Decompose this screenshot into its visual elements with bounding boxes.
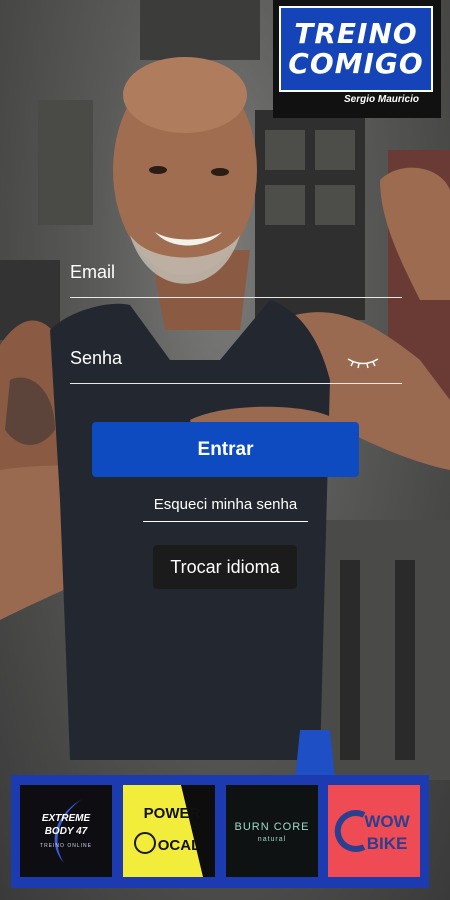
login-button[interactable]: Entrar [92, 422, 359, 477]
sponsor-burn-line2: natural [257, 836, 287, 843]
password-field[interactable]: Senha [70, 348, 402, 384]
password-underline [70, 383, 402, 384]
power-shape-icon [134, 785, 215, 877]
brand-logo: TREINO COMIGO Sergio Mauricio [273, 0, 441, 118]
sponsor-wow-bike[interactable]: WOW BIKE [328, 785, 420, 877]
sponsor-power-line1: POWER [143, 805, 201, 822]
sponsor-burn-line1: BURN CORE [234, 821, 310, 833]
change-language-button[interactable]: Trocar idioma [153, 545, 297, 589]
email-underline [70, 297, 402, 298]
email-label: Email [70, 262, 116, 282]
sponsors-bar: EXTREME BODY 47 TREINO ONLINE POWER OCAL… [11, 775, 429, 888]
sponsor-wow-line2: BIKE [366, 834, 408, 853]
forgot-password-link[interactable]: Esqueci minha senha [143, 496, 308, 513]
logo-subtitle: Sergio Mauricio [343, 94, 419, 105]
sponsor-extreme-line1: EXTREME [41, 813, 91, 824]
email-field[interactable]: Email [70, 262, 402, 298]
login-screen: TREINO COMIGO Sergio Mauricio Email Senh… [0, 0, 450, 900]
logo-title-line1: TREINO [294, 17, 418, 50]
forgot-password-underline [143, 521, 308, 522]
sponsor-power-line2: OCAL [157, 837, 201, 854]
sponsor-extreme-line3: TREINO ONLINE [40, 843, 92, 849]
sponsor-extreme-body[interactable]: EXTREME BODY 47 TREINO ONLINE [20, 785, 112, 877]
sponsor-wow-line1: WOW [364, 812, 410, 831]
sponsor-extreme-line2: BODY 47 [44, 826, 88, 837]
sponsor-burn-core[interactable]: BURN CORE natural [226, 785, 318, 877]
eye-closed-icon[interactable] [346, 356, 380, 370]
sponsor-power-ocal[interactable]: POWER OCAL [123, 785, 215, 877]
logo-title-line2: COMIGO [288, 47, 424, 80]
